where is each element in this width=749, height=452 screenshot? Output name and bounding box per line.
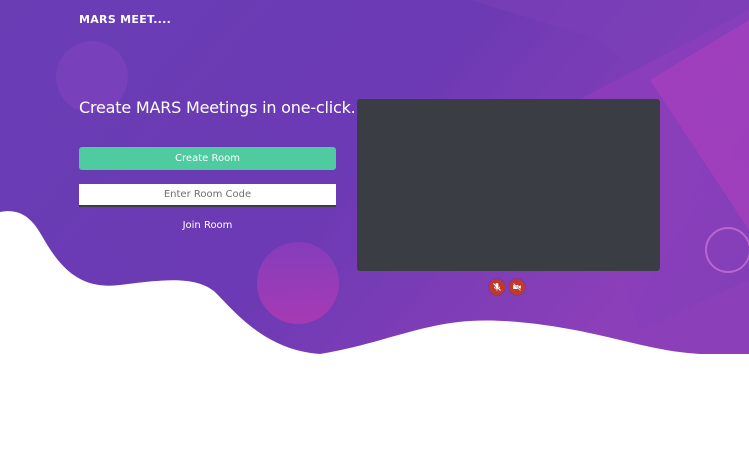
hero-headline: Create MARS Meetings in one-click. <box>79 98 356 117</box>
mic-toggle-button[interactable] <box>489 279 505 295</box>
app-logo[interactable]: MARS MEET.... <box>79 13 171 26</box>
camera-toggle-button[interactable] <box>509 279 525 295</box>
landing-page: MARS MEET.... Create MARS Meetings in on… <box>0 0 749 452</box>
camera-off-icon <box>513 283 521 291</box>
join-room-button[interactable]: Join Room <box>79 215 336 235</box>
mic-muted-icon <box>493 283 501 291</box>
room-code-input[interactable] <box>79 184 336 207</box>
video-preview <box>357 99 660 271</box>
create-room-button[interactable]: Create Room <box>79 147 336 170</box>
